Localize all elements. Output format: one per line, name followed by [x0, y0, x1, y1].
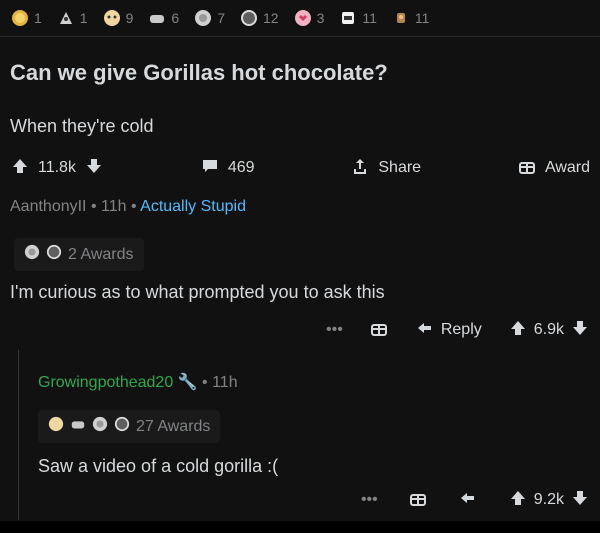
award-item[interactable]: 11 [338, 8, 377, 28]
award-count: 6 [171, 10, 180, 26]
share-icon [350, 156, 370, 181]
comment2-text: Saw a video of a cold gorilla :( [38, 456, 279, 476]
wholesome-seal-icon [102, 8, 122, 28]
award-item[interactable]: 12 [239, 8, 279, 28]
downvote-icon[interactable] [570, 488, 590, 513]
more-options-icon[interactable]: ••• [361, 491, 378, 509]
comment-count: 469 [227, 159, 255, 176]
comment2-vote-group: 9.2k [508, 488, 590, 513]
reply-arrow-icon[interactable] [458, 488, 478, 513]
gift-icon[interactable] [369, 318, 389, 343]
comment2-awards[interactable]: 27 Awards [38, 410, 221, 443]
award-item[interactable]: 1 [10, 8, 42, 28]
wholesome-seal-icon [48, 416, 64, 437]
award-item[interactable]: 6 [147, 8, 179, 28]
share-button[interactable]: Share [350, 156, 421, 181]
s-coin-icon [46, 244, 62, 265]
comment1-vote-group: 6.9k [508, 318, 590, 343]
award-count: 7 [217, 10, 225, 26]
s-coin-icon [114, 416, 130, 437]
silver-award-icon [24, 244, 40, 265]
award-count: 1 [79, 10, 88, 26]
reaching-hands-icon [147, 8, 167, 28]
comment2-vote-count: 9.2k [533, 491, 564, 508]
bottom-bar [0, 521, 600, 533]
reply-button[interactable]: Reply [415, 318, 482, 343]
top-divider [0, 36, 600, 37]
heart-eyes-icon [293, 8, 313, 28]
silver-award-icon [193, 8, 213, 28]
comment1-vote-count: 6.9k [533, 321, 564, 338]
post-vote-count: 11.8k [38, 159, 76, 176]
post-vote-group: 11.8k [10, 156, 104, 181]
award-count: 12 [262, 10, 279, 26]
dot-separator: • [202, 374, 213, 391]
award-count: 1 [34, 10, 42, 26]
award-item[interactable]: 1 [56, 8, 88, 28]
comment1-awards-label: 2 Awards [68, 245, 134, 263]
award-count: 11 [414, 10, 430, 26]
gold-badge-icon [10, 8, 30, 28]
reply-arrow-icon [415, 318, 435, 343]
comment1-author[interactable]: AanthonyII [10, 198, 87, 215]
upvote-icon[interactable] [508, 318, 528, 343]
comments-button[interactable]: 469 [200, 156, 255, 181]
comment1-awards[interactable]: 2 Awards [14, 238, 144, 271]
comment-bubble-icon [200, 156, 220, 181]
thread-line[interactable] [18, 350, 19, 520]
downvote-icon[interactable] [570, 318, 590, 343]
rocket-icon [56, 8, 76, 28]
award-item[interactable]: 7 [193, 8, 225, 28]
comment1-time: 11h [101, 198, 127, 215]
trophy-character-icon [391, 8, 411, 28]
post-awards-row: 1 1 9 6 7 12 3 11 11 [10, 6, 439, 30]
award-button[interactable]: Award [517, 156, 590, 181]
comment1-text: I'm curious as to what prompted you to a… [10, 282, 385, 302]
s-coin-icon [239, 8, 259, 28]
comment1-meta: AanthonyII • 11h • Actually Stupid [10, 198, 246, 216]
award-count: 3 [316, 10, 325, 26]
award-label: Award [544, 159, 590, 176]
reaching-hands-icon [70, 416, 86, 437]
comment2-time: 11h [212, 374, 238, 391]
upvote-icon[interactable] [10, 156, 30, 181]
award-count: 11 [362, 10, 377, 26]
comment2-meta: Growingpothead20 🔧 • 11h [38, 372, 238, 392]
marijuana-flair-icon: 🔧 [177, 374, 198, 391]
post-body: When they're cold [10, 116, 154, 136]
bee-sticker-icon [338, 8, 358, 28]
dot-separator: • [130, 198, 141, 215]
reply-label: Reply [440, 321, 482, 338]
award-item[interactable]: 3 [293, 8, 325, 28]
comment1-actions: ••• Reply 6.9k [326, 318, 590, 342]
post-action-bar: 11.8k 469 Share Award [10, 156, 590, 180]
award-item[interactable]: 11 [391, 8, 430, 28]
share-label: Share [378, 159, 422, 176]
silver-award-icon [92, 416, 108, 437]
award-item[interactable]: 9 [102, 8, 134, 28]
comment2-actions: ••• 9.2k [361, 488, 590, 512]
gift-icon[interactable] [408, 488, 428, 513]
comment1-flair: Actually Stupid [140, 198, 246, 215]
upvote-icon[interactable] [508, 488, 528, 513]
dot-separator: • [90, 198, 101, 215]
award-count: 9 [125, 10, 134, 26]
more-options-icon[interactable]: ••• [326, 321, 343, 339]
gift-icon [517, 156, 537, 181]
comment2-awards-label: 27 Awards [136, 417, 211, 435]
post-title[interactable]: Can we give Gorillas hot chocolate? [10, 60, 388, 86]
downvote-icon[interactable] [84, 156, 104, 181]
comment2-author[interactable]: Growingpothead20 [38, 374, 173, 391]
